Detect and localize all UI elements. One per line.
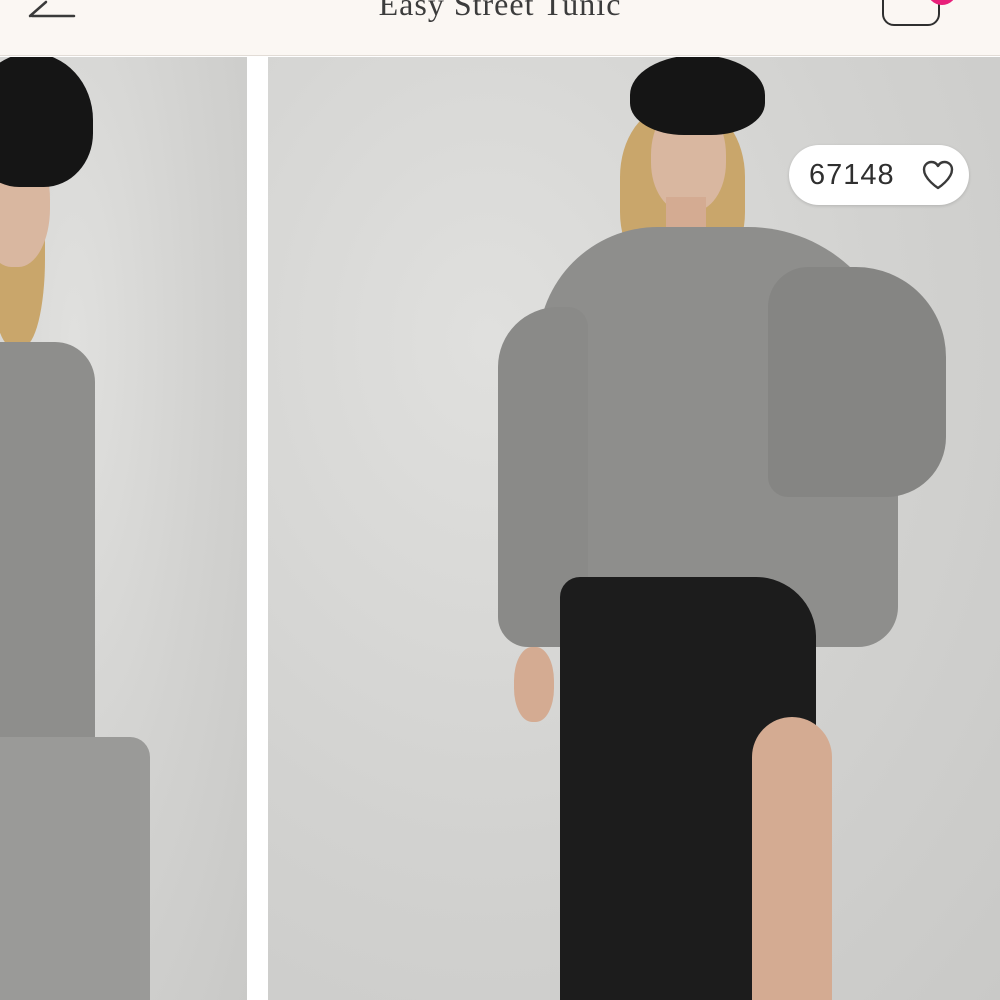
top-nav-bar: Easy Street Tunic — [0, 0, 1000, 56]
favorite-button[interactable]: 67148 — [789, 145, 969, 205]
model-leg — [752, 717, 832, 1000]
product-image-carousel[interactable]: 67148 — [0, 57, 1000, 1000]
model-sweater-sleeve — [768, 267, 946, 497]
shopping-bag-button[interactable] — [880, 0, 944, 30]
model-sweater-hem — [0, 737, 150, 1000]
product-image-previous[interactable] — [0, 57, 247, 1000]
model-hat — [0, 57, 93, 187]
model-sweater — [0, 342, 95, 762]
heart-outline-icon — [922, 160, 954, 190]
shopping-bag-icon — [882, 0, 940, 26]
model-hand — [514, 647, 554, 722]
page-title: Easy Street Tunic — [378, 0, 622, 22]
model-hat — [630, 57, 765, 135]
like-count: 67148 — [809, 159, 895, 191]
